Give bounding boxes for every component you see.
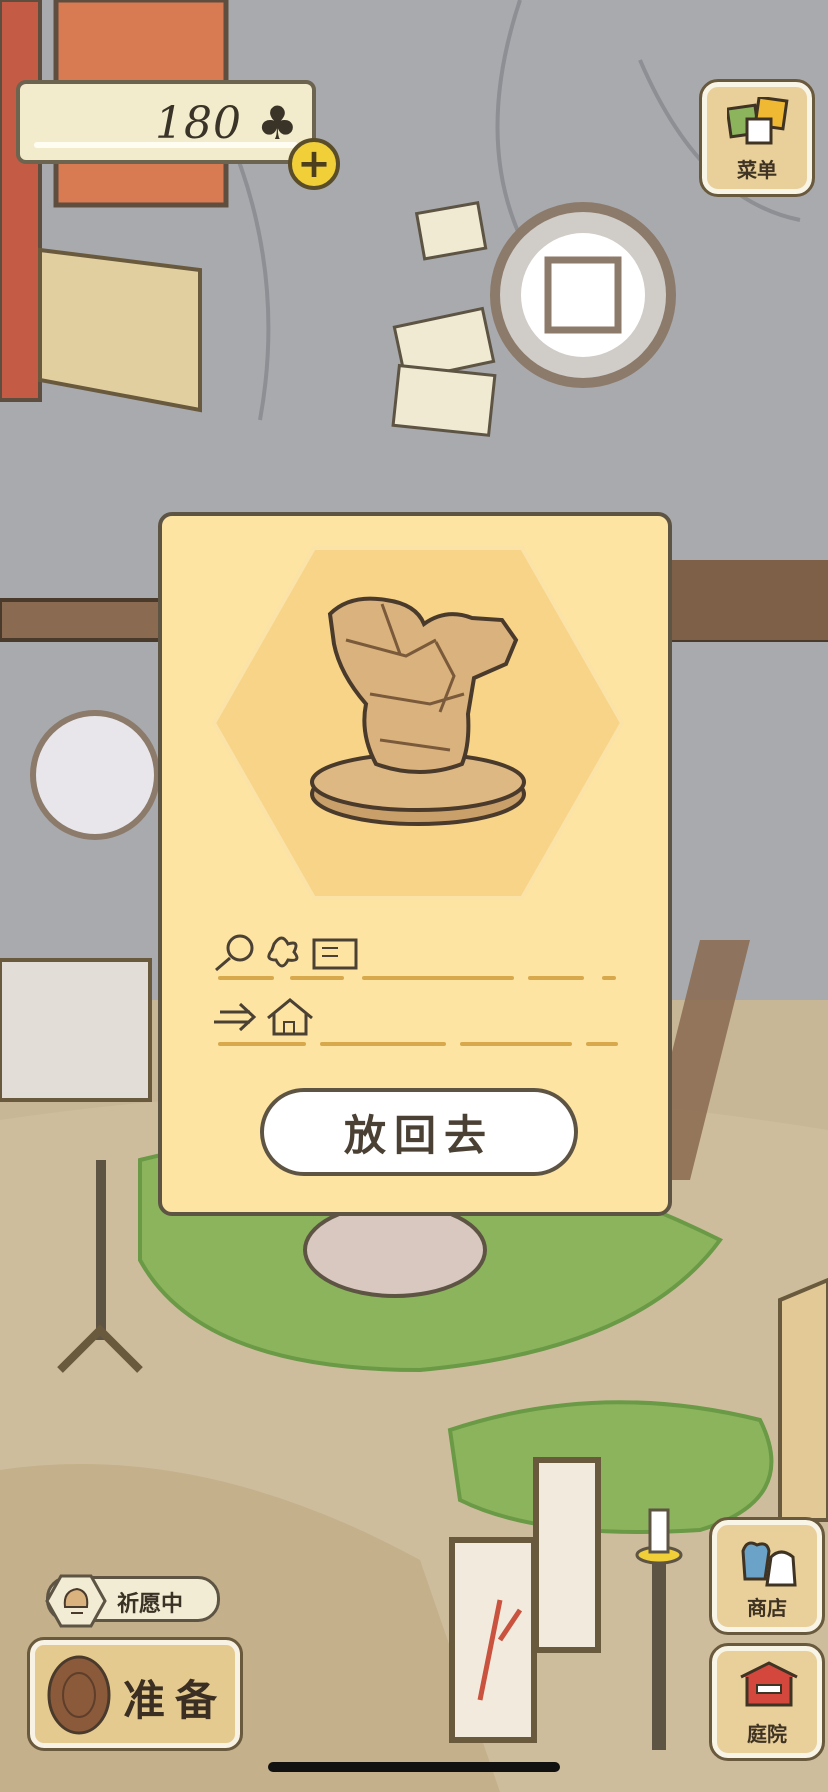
shop-bag-icon	[741, 1541, 797, 1587]
ready-label: 准备	[123, 1676, 228, 1725]
home-indicator[interactable]	[268, 1762, 560, 1772]
item-source-line	[460, 1042, 572, 1046]
add-clover-button[interactable]: +	[288, 138, 340, 190]
item-name-icons	[215, 934, 358, 972]
mailbox-icon	[740, 1661, 798, 1707]
yard-button[interactable]: 庭院	[709, 1643, 825, 1761]
item-source-line	[586, 1042, 618, 1046]
wish-hexagon-icon	[45, 1574, 107, 1628]
wish-status[interactable]: 祈愿中	[45, 1574, 220, 1628]
item-name-line	[528, 976, 584, 980]
item-name-line	[290, 976, 344, 980]
menu-button[interactable]: 菜单	[699, 79, 815, 197]
clover-counter: 180 ♣	[16, 80, 316, 164]
item-source-icons	[214, 998, 313, 1036]
log-end-icon	[47, 1655, 111, 1735]
item-name-line	[218, 976, 274, 980]
menu-label: 菜单	[737, 158, 777, 182]
wish-label: 祈愿中	[117, 1592, 184, 1617]
item-source-line	[320, 1042, 446, 1046]
item-dialog: 放回去	[158, 512, 672, 1216]
item-display	[211, 546, 625, 900]
shop-button[interactable]: 商店	[709, 1517, 825, 1635]
clover-bar	[34, 142, 298, 148]
put-back-button[interactable]: 放回去	[260, 1088, 578, 1176]
item-name-line	[602, 976, 616, 980]
item-name-line	[362, 976, 514, 980]
menu-icon	[727, 97, 789, 145]
shop-label: 商店	[747, 1596, 787, 1620]
yard-label: 庭院	[747, 1722, 787, 1746]
item-source-line	[218, 1042, 306, 1046]
ready-button[interactable]: 准备	[27, 1637, 243, 1751]
